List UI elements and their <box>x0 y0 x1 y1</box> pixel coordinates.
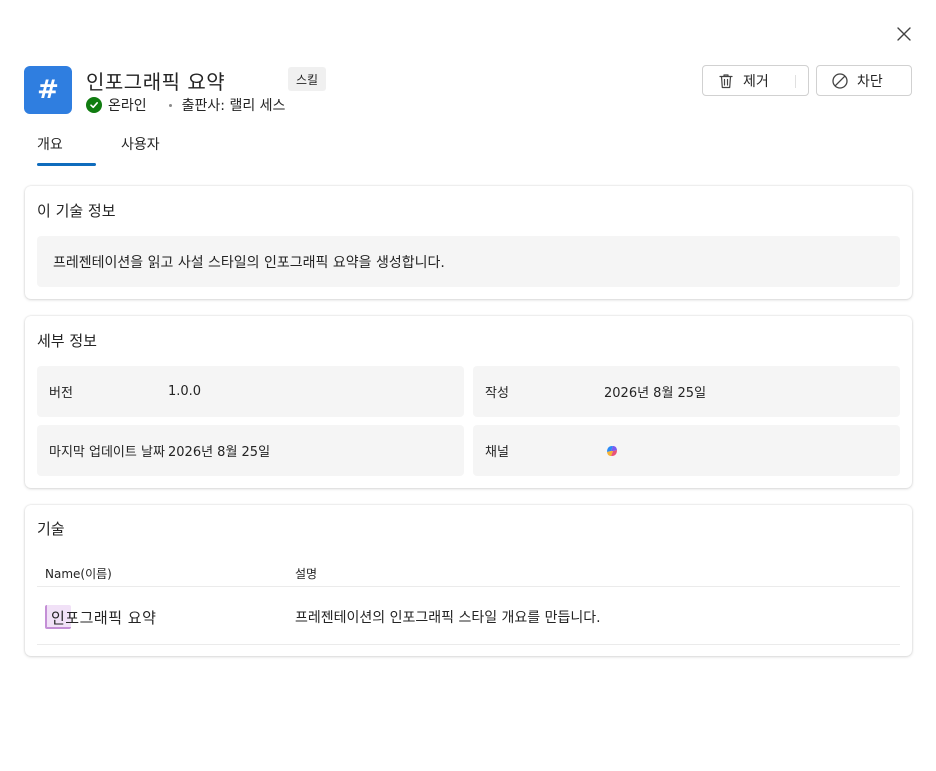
block-label: 차단 <box>857 73 883 90</box>
skill-details-panel: # 인포그래픽 요약 스킬 온라인 출판사: 랠리 세스 제거 차단 개요 사용… <box>0 0 936 771</box>
column-header-name[interactable]: Name(이름) <box>45 565 112 582</box>
channel-label: 채널 <box>485 445 509 460</box>
remove-label: 제거 <box>743 73 769 90</box>
status-row: 온라인 출판사: 랠리 세스 <box>86 95 285 115</box>
updated-cell: 마지막 업데이트 날짜 2026년 8월 25일 <box>37 425 464 476</box>
tab-overview-label: 개요 <box>37 137 63 153</box>
close-button[interactable] <box>892 22 916 46</box>
block-button[interactable]: 차단 <box>816 65 912 96</box>
button-divider <box>795 75 796 88</box>
updated-value: 2026년 8월 25일 <box>168 445 271 460</box>
skill-name-cell: 인포그래픽 요약 <box>51 608 157 627</box>
hash-icon: # <box>37 75 59 105</box>
details-title: 세부 정보 <box>37 332 97 350</box>
updated-label: 마지막 업데이트 날짜 <box>49 445 165 460</box>
status-text: 온라인 <box>108 98 147 114</box>
author-value: 2026년 8월 25일 <box>604 386 707 401</box>
tab-selected-indicator <box>37 163 96 166</box>
header-divider <box>37 586 900 587</box>
close-icon <box>897 27 911 41</box>
tab-overview[interactable]: 개요 <box>37 134 96 166</box>
about-description: 프레젠테이션을 읽고 사설 스타일의 인포그래픽 요약을 생성합니다. <box>37 236 900 287</box>
separator-dot <box>168 103 172 107</box>
author-label: 작성 <box>485 386 509 401</box>
tab-users-label: 사용자 <box>121 137 160 153</box>
row-divider <box>37 644 900 645</box>
skill-app-icon: # <box>24 66 72 114</box>
table-row[interactable]: 인포그래픽 요약 <box>45 603 156 631</box>
prohibited-icon <box>831 72 849 90</box>
version-value: 1.0.0 <box>168 384 202 399</box>
version-cell: 버전 1.0.0 <box>37 366 464 417</box>
column-header-description[interactable]: 설명 <box>295 565 317 582</box>
skills-card: 기술 Name(이름) 설명 인포그래픽 요약 프레젠테이션의 인포그래픽 스타… <box>25 505 912 656</box>
about-card: 이 기술 정보 프레젠테이션을 읽고 사설 스타일의 인포그래픽 요약을 생성합… <box>25 186 912 299</box>
check-circle-icon <box>86 97 102 113</box>
trash-icon <box>717 72 735 90</box>
author-cell: 작성 2026년 8월 25일 <box>473 366 900 417</box>
details-card: 세부 정보 버전 1.0.0 작성 2026년 8월 25일 마지막 업데이트 … <box>25 316 912 488</box>
channel-cell: 채널 <box>473 425 900 476</box>
skill-description-cell: 프레젠테이션의 인포그래픽 스타일 개요를 만듭니다. <box>295 610 601 626</box>
tab-users[interactable]: 사용자 <box>121 134 160 166</box>
remove-button[interactable]: 제거 <box>702 65 809 96</box>
type-badge: 스킬 <box>288 67 327 91</box>
copilot-icon <box>604 443 620 463</box>
skills-title: 기술 <box>37 520 65 538</box>
publisher-text: 출판사: 랠리 세스 <box>181 98 286 114</box>
version-label: 버전 <box>49 386 73 401</box>
about-title: 이 기술 정보 <box>37 202 116 220</box>
page-title: 인포그래픽 요약 <box>86 70 226 94</box>
